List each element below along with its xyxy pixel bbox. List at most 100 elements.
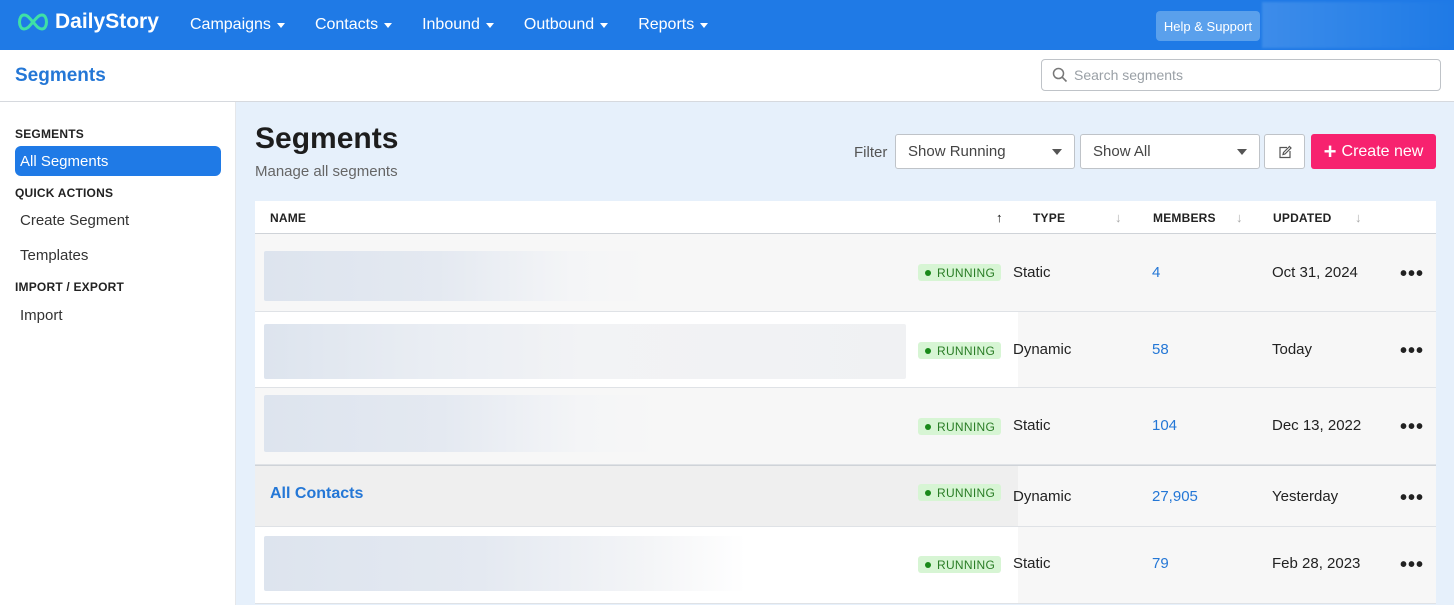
column-header-name[interactable]: NAME <box>270 211 306 225</box>
edit-button[interactable] <box>1264 134 1305 169</box>
sort-icon[interactable]: ↓ <box>1355 210 1362 225</box>
segment-members[interactable]: 4 <box>1152 264 1160 281</box>
main-content: Segments Manage all segments Filter Show… <box>236 102 1454 605</box>
sidebar-item-import[interactable]: Import <box>15 300 221 330</box>
brand-name: DailyStory <box>55 10 159 33</box>
nav-campaigns-label: Campaigns <box>190 16 271 33</box>
scope-filter-value: Show All <box>1093 143 1151 160</box>
sort-icon[interactable]: ↓ <box>1236 210 1243 225</box>
segment-type: Static <box>1013 264 1051 281</box>
status-badge: RUNNING <box>918 418 1001 435</box>
chevron-down-icon <box>485 22 494 28</box>
row-more-icon[interactable]: ••• <box>1400 341 1424 361</box>
dropdown-arrow-icon <box>1052 149 1062 155</box>
create-new-label: Create new <box>1341 142 1424 160</box>
table-row[interactable]: All Contacts RUNNING Dynamic 27,905 Yest… <box>255 465 1436 527</box>
segment-members[interactable]: 104 <box>1152 417 1177 434</box>
chevron-down-icon <box>384 22 393 28</box>
column-header-type[interactable]: TYPE <box>1033 211 1065 225</box>
segment-type: Static <box>1013 555 1051 572</box>
page-title: Segments <box>255 122 399 155</box>
segment-type: Dynamic <box>1013 488 1072 505</box>
segment-updated: Feb 28, 2023 <box>1272 555 1361 572</box>
table-row[interactable]: RUNNING Static 104 Dec 13, 2022 ••• <box>255 388 1436 465</box>
status-badge: RUNNING <box>918 484 1001 501</box>
sub-header: Segments <box>0 50 1454 102</box>
filter-label: Filter <box>854 144 888 161</box>
sidebar-heading-segments: SEGMENTS <box>15 127 84 141</box>
help-support-button[interactable]: Help & Support <box>1156 11 1260 41</box>
sidebar: SEGMENTS All Segments QUICK ACTIONS Crea… <box>0 102 236 605</box>
sidebar-heading-quick-actions: QUICK ACTIONS <box>15 186 114 200</box>
table-row[interactable]: RUNNING Static 79 Feb 28, 2023 ••• <box>255 527 1436 604</box>
status-badge-label: RUNNING <box>937 557 996 572</box>
nav-inbound[interactable]: Inbound <box>422 16 494 34</box>
chevron-down-icon <box>600 22 609 28</box>
plus-icon: + <box>1323 138 1337 164</box>
nav-reports[interactable]: Reports <box>638 16 709 34</box>
nav-outbound-label: Outbound <box>523 16 595 33</box>
segment-members[interactable]: 27,905 <box>1152 488 1198 505</box>
status-badge-label: RUNNING <box>937 419 996 434</box>
status-badge-label: RUNNING <box>937 343 996 358</box>
segment-updated: Oct 31, 2024 <box>1272 264 1358 281</box>
scope-filter-select[interactable]: Show All <box>1080 134 1260 169</box>
row-more-icon[interactable]: ••• <box>1400 417 1424 437</box>
nav-inbound-label: Inbound <box>422 16 480 33</box>
user-account-menu[interactable] <box>1262 2 1454 48</box>
status-badge-label: RUNNING <box>937 485 996 500</box>
nav-contacts-label: Contacts <box>314 16 379 33</box>
sidebar-item-all-segments[interactable]: All Segments <box>15 146 221 176</box>
table-row[interactable]: RUNNING Dynamic 58 Today ••• <box>255 312 1436 388</box>
sort-icon[interactable]: ↓ <box>1115 210 1122 225</box>
search-box[interactable] <box>1041 59 1441 91</box>
sort-asc-icon[interactable]: ↑ <box>996 210 1003 225</box>
status-badge: RUNNING <box>918 342 1001 359</box>
status-dot-icon <box>925 423 931 430</box>
segment-name-link[interactable]: All Contacts <box>270 485 363 503</box>
infinity-logo-icon <box>18 13 48 31</box>
status-dot-icon <box>925 347 931 354</box>
nav-contacts[interactable]: Contacts <box>314 16 393 34</box>
chevron-down-icon <box>700 22 709 28</box>
row-more-icon[interactable]: ••• <box>1400 264 1424 284</box>
status-badge: RUNNING <box>918 264 1001 281</box>
top-nav: DailyStory Campaigns Contacts Inbound Ou… <box>0 0 1454 50</box>
segment-members[interactable]: 79 <box>1152 555 1169 572</box>
nav-reports-label: Reports <box>638 16 695 33</box>
dropdown-arrow-icon <box>1237 149 1247 155</box>
sidebar-heading-import-export: IMPORT / EXPORT <box>15 280 125 294</box>
column-header-members[interactable]: MEMBERS <box>1153 211 1216 225</box>
sidebar-item-create-segment[interactable]: Create Segment <box>15 205 221 235</box>
segment-members[interactable]: 58 <box>1152 341 1169 358</box>
row-more-icon[interactable]: ••• <box>1400 488 1424 508</box>
status-filter-select[interactable]: Show Running <box>895 134 1075 169</box>
create-new-button[interactable]: + Create new <box>1311 134 1436 169</box>
page-subtitle: Manage all segments <box>255 163 398 180</box>
status-dot-icon <box>925 269 931 276</box>
status-badge: RUNNING <box>918 556 1001 573</box>
brand-logo[interactable]: DailyStory <box>15 10 159 34</box>
table-row[interactable]: RUNNING Static 4 Oct 31, 2024 ••• <box>255 234 1436 312</box>
segment-name-redacted[interactable] <box>264 251 649 301</box>
column-header-updated[interactable]: UPDATED <box>1273 211 1332 225</box>
nav-outbound[interactable]: Outbound <box>523 16 609 34</box>
search-input[interactable] <box>1074 67 1414 83</box>
nav-campaigns[interactable]: Campaigns <box>190 16 285 34</box>
status-dot-icon <box>925 561 931 568</box>
segment-name-redacted[interactable] <box>264 536 746 591</box>
segment-type: Static <box>1013 417 1051 434</box>
chevron-down-icon <box>276 22 285 28</box>
sidebar-item-templates[interactable]: Templates <box>15 240 221 270</box>
segment-name-redacted[interactable] <box>264 395 659 452</box>
status-badge-label: RUNNING <box>937 265 996 280</box>
table-header: NAME ↑ TYPE ↓ MEMBERS ↓ UPDATED ↓ <box>255 201 1436 234</box>
segments-table: NAME ↑ TYPE ↓ MEMBERS ↓ UPDATED ↓ RUNNIN… <box>255 201 1436 604</box>
segment-updated: Dec 13, 2022 <box>1272 417 1362 434</box>
segment-updated: Today <box>1272 341 1313 358</box>
row-more-icon[interactable]: ••• <box>1400 555 1424 575</box>
segment-name-redacted[interactable] <box>264 324 906 379</box>
search-icon <box>1052 67 1068 83</box>
status-filter-value: Show Running <box>908 143 1006 160</box>
status-dot-icon <box>925 489 931 496</box>
